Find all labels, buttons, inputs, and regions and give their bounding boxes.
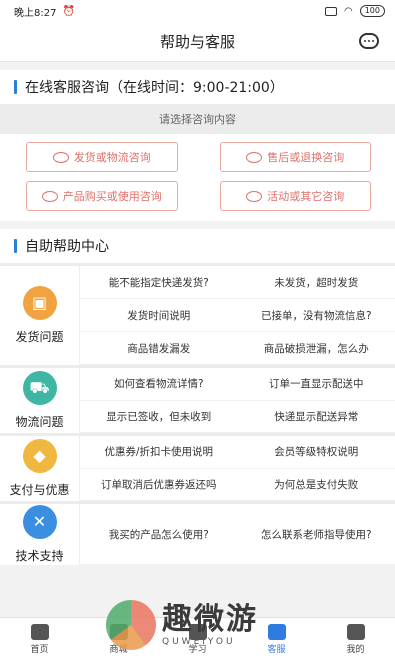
help-item[interactable]: 我买的产品怎么使用?: [80, 504, 238, 565]
consult-aftersale-label: 售后或退换咨询: [267, 151, 345, 164]
help-item[interactable]: 商品破损泄漏，怎么办: [237, 332, 395, 365]
tab-mine[interactable]: 我的: [316, 618, 395, 661]
help-item[interactable]: 订单取消后优惠券返还吗: [80, 469, 238, 501]
tab-label: 首页: [30, 645, 49, 655]
heading-accent: [14, 80, 17, 94]
chat-icon: [246, 190, 263, 202]
category-tech[interactable]: ✕ 技术支持: [0, 504, 80, 565]
self-help-heading: 自助帮助中心: [0, 229, 395, 263]
consult-product-label: 产品购买或使用咨询: [62, 190, 162, 203]
wrench-icon: ✕: [22, 505, 57, 539]
help-item[interactable]: 发货时间说明: [80, 299, 238, 332]
online-service-heading: 在线客服咨询（在线时间：9:00-21:00）: [0, 70, 395, 104]
consult-options: 发货或物流咨询 售后或退换咨询 产品购买或使用咨询 活动或其它咨询: [0, 134, 395, 221]
chat-bubble-icon[interactable]: [359, 33, 379, 49]
bottom-tab-bar: 首页 商城 学习 客服 我的: [0, 617, 395, 661]
category-label: 技术支持: [15, 549, 64, 563]
wifi-icon: ◠: [343, 5, 353, 17]
battery-indicator: 100: [359, 5, 385, 17]
help-category-shipping: ▣ 发货问题 能不能指定快递发货? 未发货，超时发货 发货时间说明 已接单，没有…: [0, 263, 395, 365]
tab-home[interactable]: 首页: [0, 618, 79, 661]
chat-icon: [41, 190, 58, 202]
tab-label: 商城: [109, 645, 128, 655]
category-logistics[interactable]: ⛟ 物流问题: [0, 368, 80, 433]
help-item[interactable]: 为何总是支付失败: [237, 469, 395, 501]
category-label: 发货问题: [15, 330, 64, 344]
consult-activity-button[interactable]: 活动或其它咨询: [219, 181, 371, 211]
category-label: 物流问题: [15, 415, 64, 429]
home-icon: [30, 624, 49, 640]
help-item[interactable]: 能不能指定快递发货?: [80, 266, 238, 299]
page-title: 帮助与客服: [159, 33, 235, 51]
tab-mall[interactable]: 商城: [79, 618, 158, 661]
online-service-title: 在线客服咨询（在线时间：9:00-21:00）: [25, 80, 284, 96]
help-item[interactable]: 会员等级特权说明: [237, 436, 395, 469]
service-icon: [267, 624, 286, 640]
chat-icon: [246, 151, 263, 163]
help-item[interactable]: 商品错发漏发: [80, 332, 238, 365]
consult-shipping-button[interactable]: 发货或物流咨询: [26, 142, 178, 172]
tag-icon: ◆: [22, 439, 57, 473]
consult-aftersale-button[interactable]: 售后或退换咨询: [219, 142, 371, 172]
help-item[interactable]: 优惠券/折扣卡使用说明: [80, 436, 238, 469]
category-shipping[interactable]: ▣ 发货问题: [0, 266, 80, 365]
help-item[interactable]: 已接单，没有物流信息?: [237, 299, 395, 332]
help-item[interactable]: 显示已签收，但未收到: [80, 401, 238, 433]
tab-study[interactable]: 学习: [158, 618, 237, 661]
self-help-title: 自助帮助中心: [25, 239, 109, 255]
book-icon: [188, 624, 207, 640]
tab-label: 我的: [346, 645, 365, 655]
help-item[interactable]: 怎么联系老师指导使用?: [237, 504, 395, 565]
user-icon: [346, 624, 365, 640]
tab-label: 客服: [267, 645, 286, 655]
help-item[interactable]: 未发货，超时发货: [237, 266, 395, 299]
title-bar: 帮助与客服: [0, 22, 395, 62]
truck-icon: ⛟: [22, 371, 57, 405]
help-item[interactable]: 快递显示配送异常: [237, 401, 395, 433]
alarm-icon: ⏰: [62, 5, 75, 17]
help-category-tech: ✕ 技术支持 我买的产品怎么使用? 怎么联系老师指导使用?: [0, 501, 395, 565]
package-icon: ▣: [22, 286, 57, 320]
category-payment[interactable]: ◆ 支付与优惠: [0, 436, 80, 501]
help-category-logistics: ⛟ 物流问题 如何查看物流详情? 订单一直显示配送中 显示已签收，但未收到 快递…: [0, 365, 395, 433]
consult-hint: 请选择咨询内容: [0, 104, 395, 134]
status-bar: 晚上8:27 ⏰ ◠ 100: [0, 0, 395, 22]
category-label: 支付与优惠: [9, 483, 70, 497]
status-time: 晚上8:27: [14, 7, 57, 19]
shop-icon: [109, 624, 128, 640]
tab-service[interactable]: 客服: [237, 618, 316, 661]
help-category-payment: ◆ 支付与优惠 优惠券/折扣卡使用说明 会员等级特权说明 订单取消后优惠券返还吗…: [0, 433, 395, 501]
help-item[interactable]: 如何查看物流详情?: [80, 368, 238, 401]
consult-product-button[interactable]: 产品购买或使用咨询: [26, 181, 178, 211]
heading-accent: [14, 239, 17, 253]
help-item[interactable]: 订单一直显示配送中: [237, 368, 395, 401]
consult-activity-label: 活动或其它咨询: [267, 190, 345, 203]
tab-label: 学习: [188, 645, 207, 655]
consult-shipping-label: 发货或物流咨询: [73, 151, 151, 164]
chat-icon: [52, 151, 69, 163]
sim-icon: [324, 6, 337, 16]
